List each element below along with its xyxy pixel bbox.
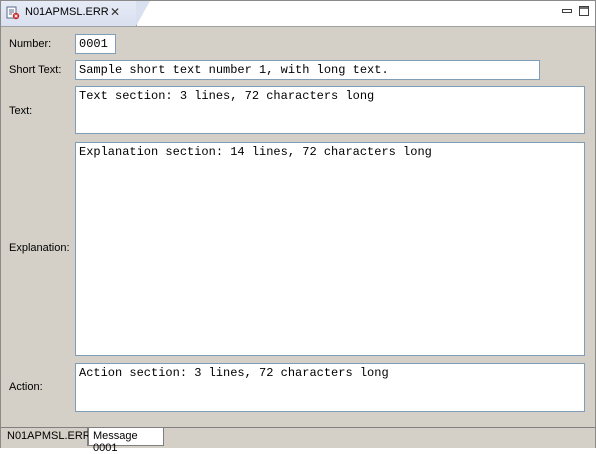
action-label: Action: (9, 381, 43, 393)
message-editor: N01APMSL.ERR ✕ Number: 0001 Short Text: … (0, 0, 596, 454)
number-label: Number: (9, 38, 52, 50)
explanation-area[interactable]: Explanation section: 14 lines, 72 charac… (75, 142, 585, 356)
editor-tab[interactable]: N01APMSL.ERR ✕ (1, 1, 150, 26)
tab-message[interactable]: Message 0001 (88, 428, 164, 454)
maximize-icon[interactable] (579, 6, 589, 16)
minimize-icon[interactable] (562, 6, 572, 16)
close-icon[interactable]: ✕ (109, 6, 121, 18)
tab-strip-divider (1, 26, 595, 27)
short-text-label: Short Text: (9, 64, 62, 76)
tab-file[interactable]: N01APMSL.ERR (3, 428, 91, 446)
text-area[interactable]: Text section: 3 lines, 72 characters lon… (75, 86, 585, 134)
number-field[interactable]: 0001 (75, 34, 116, 54)
explanation-label: Explanation: (9, 242, 70, 254)
editor-tab-strip: N01APMSL.ERR ✕ (1, 1, 595, 26)
error-file-icon (6, 6, 20, 20)
action-area[interactable]: Action section: 3 lines, 72 characters l… (75, 363, 585, 412)
editor-tab-title: N01APMSL.ERR (25, 6, 109, 18)
short-text-field[interactable]: Sample short text number 1, with long te… (75, 60, 540, 80)
text-label: Text: (9, 105, 33, 117)
bottom-tab-bar: N01APMSL.ERR Message 0001 (1, 427, 595, 454)
